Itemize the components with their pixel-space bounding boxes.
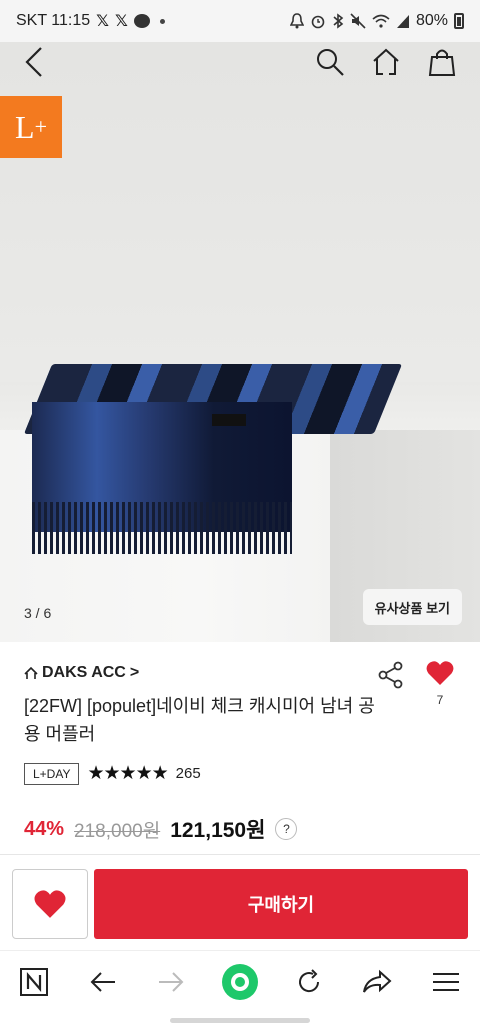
- share-button[interactable]: [376, 660, 406, 690]
- price-help-icon[interactable]: ?: [275, 818, 298, 840]
- refresh-icon: [298, 968, 319, 992]
- browser-forward-button[interactable]: [147, 958, 195, 1006]
- cart-button[interactable]: [424, 42, 460, 82]
- bluetooth-icon: [333, 13, 344, 29]
- brand-link[interactable]: DAKS ACC >: [24, 664, 139, 682]
- notification-dot-icon: [159, 18, 165, 24]
- refresh-button[interactable]: [285, 958, 333, 1006]
- naver-home-button[interactable]: [10, 958, 58, 1006]
- hamburger-menu-icon: [432, 972, 459, 991]
- similar-products-button[interactable]: 유사상품 보기: [362, 589, 462, 625]
- buy-button[interactable]: 구매하기: [94, 869, 468, 939]
- home-icon: [373, 48, 399, 75]
- mute-icon: [350, 13, 366, 29]
- kakaotalk-icon: [133, 14, 150, 28]
- heart-icon: [34, 890, 66, 918]
- l-plus-letter: L: [15, 108, 35, 145]
- browser-toolbar: [0, 950, 480, 1012]
- back-button[interactable]: [16, 42, 52, 82]
- image-page-counter: 3 / 6: [24, 605, 52, 621]
- top-navigation: [0, 42, 480, 82]
- price-row: 44% 218,000원 121,150원 ?: [24, 814, 298, 844]
- green-dot-icon: [221, 963, 258, 1000]
- share-arrow-icon: [363, 969, 392, 993]
- naver-n-icon: [20, 967, 49, 996]
- star-rating-icon: ★★★★★: [87, 763, 168, 784]
- signal-icon: [396, 15, 409, 28]
- battery-percent: 80%: [415, 12, 448, 29]
- status-bar: SKT 11:15 𝕏 𝕏 80%: [0, 0, 480, 42]
- share-page-button[interactable]: [353, 958, 401, 1006]
- brand-home-icon: [24, 666, 38, 679]
- chevron-right-icon: >: [129, 664, 140, 681]
- like-count: 7: [436, 693, 444, 707]
- l-plus-badge: L +: [0, 96, 62, 158]
- arrow-left-icon: [90, 971, 115, 992]
- product-image-carousel[interactable]: L + 3 / 6 유사상품 보기: [0, 42, 480, 642]
- share-icon: [378, 661, 403, 689]
- purchase-bar: 구매하기: [0, 854, 480, 950]
- carrier-time: SKT 11:15: [16, 12, 91, 29]
- back-arrow-icon: [25, 47, 42, 77]
- search-icon: [317, 49, 344, 76]
- review-count: 265: [175, 765, 201, 782]
- discount-rate: 44%: [24, 817, 65, 840]
- l-day-badge: L+DAY: [24, 762, 80, 785]
- search-button[interactable]: [312, 42, 348, 82]
- heart-icon: [426, 661, 454, 685]
- final-price: 121,150원: [170, 819, 266, 842]
- home-indicator: [170, 1018, 310, 1023]
- brand-name: DAKS ACC: [42, 664, 126, 681]
- rating-row[interactable]: L+DAY ★★★★★ 265: [24, 762, 201, 785]
- browser-back-button[interactable]: [79, 958, 127, 1006]
- battery-icon: [454, 13, 464, 29]
- x-app-icon: 𝕏: [115, 13, 128, 30]
- wishlist-button[interactable]: [12, 869, 88, 939]
- shopping-bag-icon: [428, 49, 456, 76]
- scarf-label-image: [212, 414, 246, 426]
- arrow-right-icon: [159, 971, 184, 992]
- wifi-icon: [372, 14, 390, 28]
- menu-button[interactable]: [422, 958, 470, 1006]
- home-button[interactable]: [368, 42, 404, 82]
- browser-green-dot-button[interactable]: [216, 958, 264, 1006]
- l-plus-sup: +: [34, 114, 47, 139]
- notification-bell-icon: [289, 13, 304, 29]
- original-price: 218,000원: [74, 820, 161, 842]
- product-title: [22FW] [populet]네이비 체크 캐시미어 남녀 공용 머플러: [24, 696, 375, 744]
- like-button[interactable]: 7: [422, 660, 458, 710]
- x-app-icon: 𝕏: [96, 13, 110, 30]
- scarf-fringe-image: [32, 502, 292, 554]
- alarm-icon: [311, 15, 325, 29]
